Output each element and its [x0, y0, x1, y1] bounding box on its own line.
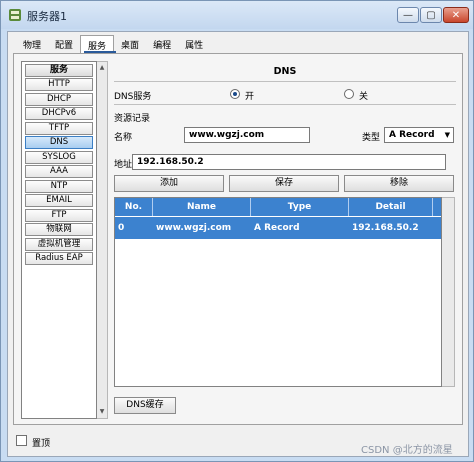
maximize-icon: ▢ — [426, 9, 436, 21]
service-item-radius-eap[interactable]: Radius EAP — [25, 252, 93, 265]
column-header-no[interactable]: No. — [115, 198, 153, 216]
dns-off-radio[interactable] — [344, 89, 354, 99]
name-input[interactable]: www.wgzj.com — [184, 127, 310, 143]
service-item-email[interactable]: EMAIL — [25, 194, 93, 207]
service-list-scrollbar[interactable]: ▲ ▼ — [97, 61, 108, 419]
save-button[interactable]: 保存 — [229, 175, 339, 192]
cell-name: www.wgzj.com — [156, 223, 232, 233]
service-item-iot[interactable]: 物联网 — [25, 223, 93, 236]
dns-on-radio[interactable] — [230, 89, 240, 99]
service-item-syslog[interactable]: SYSLOG — [25, 150, 93, 164]
dns-on-label: 开 — [245, 92, 255, 102]
minimize-button[interactable]: — — [397, 7, 419, 23]
service-list-header: 服务 — [25, 64, 93, 77]
service-item-tftp[interactable]: TFTP — [25, 121, 93, 135]
service-list-items: HTTP DHCP DHCPv6 TFTP DNS SYSLOG AAA NTP… — [25, 78, 93, 267]
watermark-text: CSDN @北方的流星 — [361, 445, 453, 456]
service-item-dhcpv6[interactable]: DHCPv6 — [25, 107, 93, 120]
service-item-vm-management[interactable]: 虚拟机管理 — [25, 237, 93, 251]
address-label: 地址 — [114, 160, 133, 170]
dns-content: DNS DNS服务 开 关 资源记录 名称 www.wgzj.com 类型 A … — [114, 61, 456, 419]
column-header-type[interactable]: Type — [251, 198, 349, 216]
table-row[interactable]: 0 www.wgzj.com A Record 192.168.50.2 — [115, 217, 441, 239]
service-item-dhcp[interactable]: DHCP — [25, 92, 93, 106]
service-item-ftp[interactable]: FTP — [25, 208, 93, 222]
dns-section-title: DNS — [273, 66, 297, 77]
table-header: No. Name Type Detail — [115, 198, 441, 216]
resource-records-label: 资源记录 — [114, 114, 151, 124]
cell-type: A Record — [254, 223, 300, 233]
tab-programming[interactable]: 编程 — [146, 35, 178, 53]
column-header-detail[interactable]: Detail — [349, 198, 433, 216]
title-divider — [114, 81, 456, 82]
always-on-top-checkbox[interactable] — [16, 435, 27, 446]
table-scrollbar[interactable] — [442, 197, 455, 387]
title-bar[interactable]: 服务器1 — ▢ ✕ — [1, 1, 473, 29]
name-label: 名称 — [114, 133, 133, 143]
type-select-value: A Record — [389, 130, 435, 140]
cell-detail: 192.168.50.2 — [352, 223, 419, 233]
service-list: 服务 HTTP DHCP DHCPv6 TFTP DNS SYSLOG AAA … — [21, 61, 97, 419]
add-button[interactable]: 添加 — [114, 175, 224, 192]
close-button[interactable]: ✕ — [443, 7, 469, 23]
tab-attributes[interactable]: 属性 — [178, 35, 210, 53]
minimize-icon: — — [403, 9, 413, 21]
service-item-aaa[interactable]: AAA — [25, 165, 93, 178]
service-divider — [114, 104, 456, 105]
window-client: 物理 配置 服务 桌面 编程 属性 服务 HTTP DHCP DHCPv6 TF… — [7, 31, 469, 457]
dns-service-label: DNS服务 — [114, 92, 152, 102]
type-label: 类型 — [362, 133, 381, 143]
dns-cache-button[interactable]: DNS缓存 — [114, 397, 176, 414]
always-on-top-label: 置顶 — [32, 439, 51, 449]
scroll-down-icon[interactable]: ▼ — [97, 407, 107, 417]
tab-physical[interactable]: 物理 — [16, 35, 48, 53]
cell-no: 0 — [118, 223, 125, 233]
address-input[interactable]: 192.168.50.2 — [132, 154, 446, 170]
type-select[interactable]: A Record ▼ — [384, 127, 454, 143]
scroll-up-icon[interactable]: ▲ — [97, 63, 107, 73]
dns-off-label: 关 — [359, 92, 369, 102]
service-item-http[interactable]: HTTP — [25, 78, 93, 91]
tab-config[interactable]: 配置 — [48, 35, 80, 53]
column-header-name[interactable]: Name — [153, 198, 251, 216]
window-title: 服务器1 — [27, 10, 67, 23]
chevron-down-icon: ▼ — [444, 131, 450, 139]
app-window: 服务器1 — ▢ ✕ 物理 配置 服务 桌面 编程 属性 服务 HTTP DHC… — [0, 0, 474, 462]
dns-records-table: No. Name Type Detail 0 www.wgzj.com A Re… — [114, 197, 442, 387]
service-item-ntp[interactable]: NTP — [25, 179, 93, 193]
tab-desktop[interactable]: 桌面 — [114, 35, 146, 53]
remove-button[interactable]: 移除 — [344, 175, 454, 192]
server-app-icon — [9, 9, 21, 21]
maximize-button[interactable]: ▢ — [420, 7, 442, 23]
service-item-dns[interactable]: DNS — [25, 136, 93, 149]
services-panel: 服务 HTTP DHCP DHCPv6 TFTP DNS SYSLOG AAA … — [13, 53, 463, 425]
close-icon: ✕ — [451, 9, 461, 21]
